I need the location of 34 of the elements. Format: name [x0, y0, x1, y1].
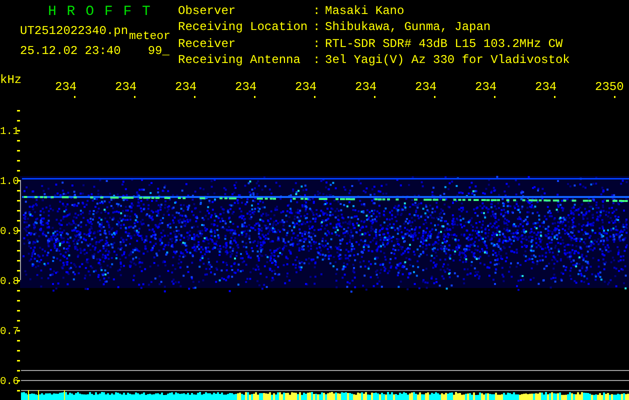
info-value: RTL-SDR SDR# 43dB L15 103.2MHz CW — [325, 38, 564, 52]
frequency-label: 0.8 — [0, 276, 19, 288]
mode-label: meteor — [129, 31, 170, 43]
time-label: 234 — [295, 80, 317, 94]
info-label: Receiving Location — [178, 21, 309, 36]
time-label: 234 — [115, 80, 137, 94]
time-label: 234 — [355, 80, 377, 94]
frequency-label: 0.7 — [0, 326, 19, 338]
app-title: H R O F F T — [47, 5, 152, 19]
info-label: Receiving Antenna — [178, 54, 302, 69]
info-value: Masaki Kano — [325, 5, 406, 20]
time-label: 234 — [175, 80, 197, 94]
time-label: 234 — [55, 80, 77, 94]
time-label: 234 — [535, 80, 557, 94]
info-separator: : — [313, 38, 322, 52]
time-label: 234 — [475, 80, 497, 94]
info-separator: : — [313, 21, 322, 36]
frequency-label: 1.1 — [0, 126, 19, 138]
time-label: 234 — [415, 80, 437, 94]
info-separator: : — [313, 54, 322, 69]
reading-text: 99_ — [148, 45, 170, 57]
info-value: 3el Yagi(V) Az 330 for Vladivostok — [325, 54, 570, 69]
time-label: 234 — [235, 80, 257, 94]
info-value: Shibukawa, Gunma, Japan — [325, 21, 492, 36]
datetime-text: 25.12.02 23:40 — [20, 45, 121, 57]
info-label: Observer — [178, 5, 237, 20]
frequency-label: 0.6 — [0, 376, 19, 388]
info-label: Receiver — [178, 38, 237, 52]
info-separator: : — [313, 5, 322, 20]
file-name: UT2512022340.pn — [20, 25, 128, 40]
frequency-label: 1.0 — [0, 176, 19, 188]
time-label: 2350 — [595, 80, 624, 94]
frequency-label: 0.9 — [0, 226, 19, 238]
unit-label: kHz — [0, 73, 22, 87]
